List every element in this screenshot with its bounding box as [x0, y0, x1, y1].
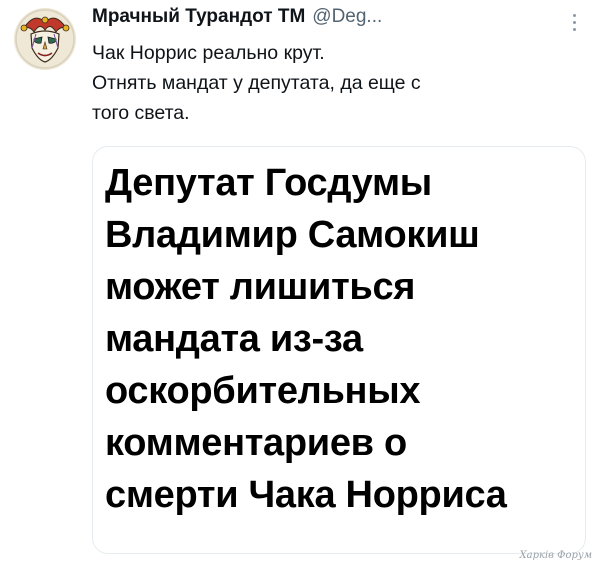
- more-options-button[interactable]: [562, 8, 586, 36]
- tweet-header: Мрачный Турандот ТМ @Deg...: [92, 6, 382, 34]
- news-headline: Депутат Госдумы Владимир Самокиш может л…: [105, 157, 575, 521]
- avatar[interactable]: [14, 8, 76, 70]
- author-handle[interactable]: @Deg...: [312, 6, 382, 28]
- tweet-text-line: Чак Норрис реально крут.: [92, 42, 325, 64]
- headline-line: комментариев о: [105, 422, 407, 464]
- attached-image-card[interactable]: Депутат Госдумы Владимир Самокиш может л…: [92, 146, 586, 554]
- tweet-text-line: Отнять мандат у депутата, да еще с: [92, 72, 421, 94]
- tweet-text-line: того света.: [92, 102, 190, 124]
- headline-line: Владимир Самокиш: [105, 214, 480, 256]
- tweet-text: Чак Норрис реально крут. Отнять мандат у…: [92, 38, 562, 128]
- jester-mask-icon: [14, 8, 76, 70]
- headline-line: Депутат Госдумы: [105, 162, 432, 204]
- headline-line: смерти Чака Норриса: [105, 474, 507, 516]
- author-display-name[interactable]: Мрачный Турандот ТМ: [92, 6, 305, 28]
- headline-line: может лишиться: [105, 266, 416, 308]
- headline-line: оскорбительных: [105, 370, 421, 412]
- headline-line: мандата из-за: [105, 318, 363, 360]
- more-vertical-icon: [572, 13, 576, 17]
- watermark: Харків Форум: [519, 550, 592, 561]
